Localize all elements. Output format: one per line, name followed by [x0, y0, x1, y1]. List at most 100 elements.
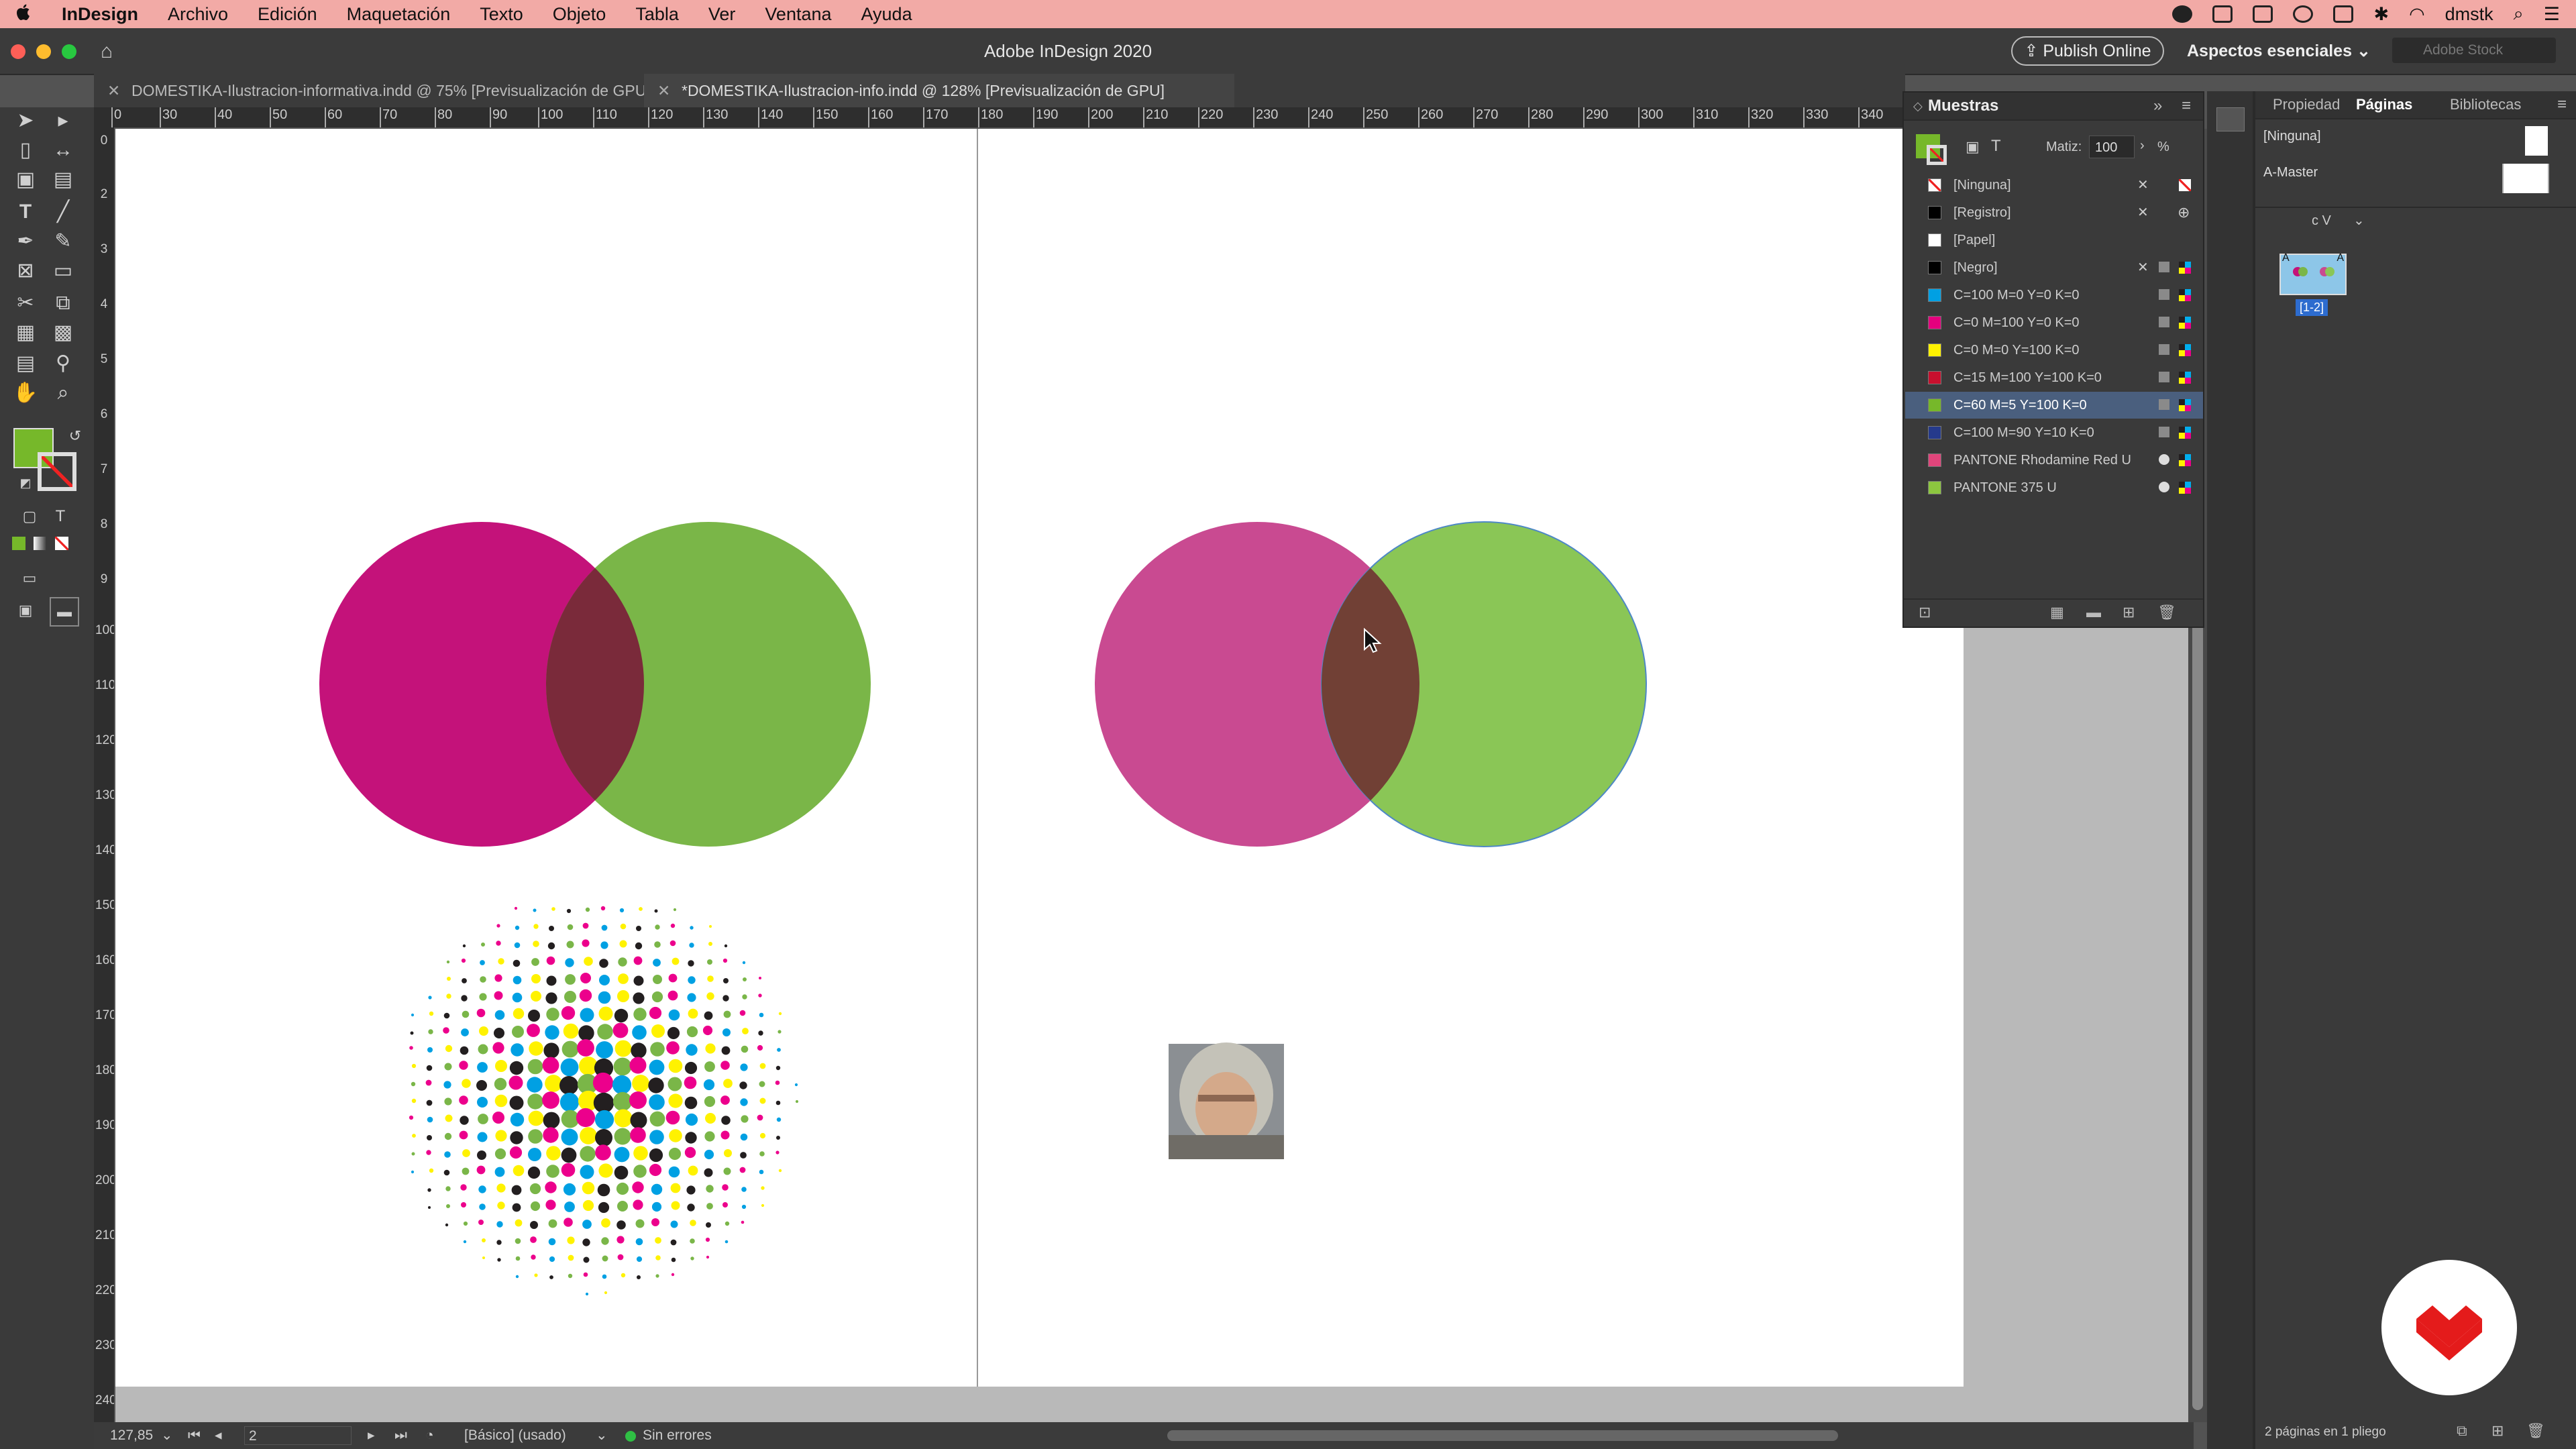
selection-tool-icon[interactable]: ➤ [12, 107, 39, 134]
airplay-icon[interactable] [2333, 5, 2354, 23]
close-tab-icon[interactable]: ✕ [657, 74, 670, 107]
collapse-icon[interactable]: ◇ [1913, 93, 1923, 119]
spread-thumbnail[interactable]: A A [2279, 252, 2347, 295]
master-a[interactable]: A-Master [2263, 165, 2318, 180]
style-status[interactable]: [Básico] (usado) [464, 1422, 566, 1449]
rectangle-frame-tool-icon[interactable]: ⊠ [12, 258, 39, 284]
cc-library-icon[interactable]: ▦ [2050, 604, 2064, 621]
prev-page-icon[interactable]: ◂ [215, 1422, 222, 1449]
free-transform-tool-icon[interactable]: ⧉ [50, 290, 76, 317]
menu-maquetacion[interactable]: Maquetación [332, 4, 466, 25]
stroke-indicator[interactable] [1927, 145, 1947, 165]
edit-page-size-icon[interactable]: ⧉ [2457, 1422, 2467, 1440]
menu-tabla[interactable]: Tabla [621, 4, 694, 25]
publish-online-button[interactable]: ⇪ Publish Online [2011, 36, 2164, 66]
menu-app-name[interactable]: InDesign [47, 4, 153, 25]
tab-bibliotecas[interactable]: Bibliotecas [2450, 91, 2521, 118]
text-format-icon[interactable]: T [1991, 137, 2001, 156]
gradient-feather-tool-icon[interactable]: ▩ [50, 319, 76, 346]
scissors-tool-icon[interactable]: ✂ [12, 290, 39, 317]
swatch-item[interactable]: C=15 M=100 Y=100 K=0 [1905, 364, 2203, 391]
tab-document-2[interactable]: ✕ *DOMESTIKA-Ilustracion-info.indd @ 128… [644, 74, 1234, 107]
style-dropdown-icon[interactable]: ⌄ [596, 1422, 608, 1449]
menu-ver[interactable]: Ver [694, 4, 751, 25]
menu-archivo[interactable]: Archivo [153, 4, 243, 25]
master-none[interactable]: [Ninguna] [2263, 129, 2321, 144]
swatch-item[interactable]: C=100 M=0 Y=0 K=0 [1905, 282, 2203, 309]
zoom-field[interactable]: 127,85 [110, 1422, 153, 1449]
tab-paginas[interactable]: Páginas [2356, 91, 2412, 118]
swatch-item[interactable]: C=0 M=0 Y=100 K=0 [1905, 337, 2203, 364]
collapse-panel-icon[interactable]: » [2153, 93, 2162, 119]
note-tool-icon[interactable]: ▤ [12, 350, 39, 377]
swatch-item[interactable]: [Papel] [1905, 227, 2203, 254]
search-icon[interactable]: ⌕ [2514, 3, 2524, 25]
last-page-icon[interactable]: ⏭ [394, 1422, 407, 1449]
control-center-icon[interactable]: ☰ [2544, 4, 2560, 25]
new-group-icon[interactable]: ▬ [2086, 604, 2101, 621]
content-collector-icon[interactable]: ▣ [12, 166, 39, 193]
default-fill-stroke-icon[interactable]: ◩ [12, 470, 39, 496]
scroll-thumb[interactable] [2192, 598, 2203, 1410]
close-tab-icon[interactable]: ✕ [107, 74, 120, 107]
tab-propiedades[interactable]: Propiedad [2273, 91, 2340, 118]
document-spread[interactable] [115, 129, 1964, 1387]
adobe-stock-search-input[interactable]: Adobe Stock [2392, 38, 2556, 63]
direct-selection-tool-icon[interactable]: ▸ [50, 107, 76, 134]
window-icon[interactable] [2253, 5, 2273, 23]
page-number-input[interactable]: 2 [244, 1426, 352, 1445]
zoom-tool-icon[interactable]: ⌕ [50, 380, 76, 407]
normal-mode-icon[interactable]: ▬ [50, 597, 79, 627]
swap-fill-stroke-icon[interactable]: ↺ [62, 423, 89, 449]
type-tool-icon[interactable]: T [12, 199, 39, 225]
open-document-icon[interactable]: ◔ [425, 1422, 434, 1449]
formatting-container-icon[interactable]: ▢ [16, 503, 43, 530]
gap-tool-icon[interactable]: ↔ [50, 137, 76, 164]
apply-gradient-icon[interactable] [34, 537, 47, 550]
master-none-thumb[interactable] [2525, 126, 2548, 156]
master-a-thumb[interactable] [2502, 164, 2549, 193]
content-placer-icon[interactable]: ▤ [50, 166, 76, 193]
panel-menu-icon[interactable]: ≡ [2557, 91, 2567, 118]
bluetooth-icon[interactable]: ✱ [2373, 4, 2389, 25]
creative-cloud-icon[interactable] [2172, 5, 2193, 23]
preview-mode-icon[interactable]: ▣ [12, 597, 39, 624]
app-status-icon[interactable] [2212, 5, 2233, 23]
wifi-icon[interactable]: ◠ [2409, 4, 2425, 25]
panel-menu-icon[interactable]: ≡ [2182, 93, 2191, 119]
rectangle-tool-icon[interactable]: ▭ [50, 258, 76, 284]
preflight-status[interactable]: Sin errores [643, 1422, 712, 1449]
chevron-down-icon[interactable]: ⌄ [2353, 212, 2365, 229]
spread-label[interactable]: [1-2] [2296, 299, 2328, 316]
menu-objeto[interactable]: Objeto [538, 4, 621, 25]
tint-arrow-icon[interactable]: › [2140, 138, 2145, 154]
user-name[interactable]: dmstk [2445, 4, 2493, 25]
swatch-item[interactable]: PANTONE Rhodamine Red U [1905, 447, 2203, 474]
zoom-dropdown-icon[interactable]: ⌄ [161, 1422, 173, 1449]
container-format-icon[interactable]: ▣ [1966, 138, 1980, 156]
line-tool-icon[interactable]: ╱ [50, 199, 76, 225]
swatch-item[interactable]: PANTONE 375 U [1905, 474, 2203, 501]
new-page-icon[interactable]: ⊞ [2491, 1422, 2504, 1440]
apply-color-icon[interactable] [12, 537, 25, 550]
first-page-icon[interactable]: ⏮ [188, 1422, 201, 1449]
tint-input[interactable]: 100 [2089, 136, 2135, 158]
delete-page-icon[interactable]: 🗑 [2526, 1422, 2545, 1440]
sync-icon[interactable] [2293, 5, 2314, 23]
tab-document-1[interactable]: ✕ DOMESTIKA-Ilustracion-informativa.indd… [94, 74, 651, 107]
horizontal-scroll-thumb[interactable] [1167, 1430, 1838, 1441]
delete-swatch-icon[interactable]: 🗑 [2157, 604, 2176, 621]
menu-edicion[interactable]: Edición [243, 4, 332, 25]
menu-ventana[interactable]: Ventana [750, 4, 846, 25]
menu-texto[interactable]: Texto [465, 4, 538, 25]
swatch-item[interactable]: [Ninguna] ✕ [1905, 172, 2203, 199]
apple-icon[interactable] [0, 2, 47, 27]
swatch-item[interactable]: C=60 M=5 Y=100 K=0 [1905, 392, 2203, 419]
pen-tool-icon[interactable]: ✒ [12, 228, 39, 255]
swatches-header[interactable]: ◇ Muestras » ≡ [1904, 93, 2203, 121]
workspace-selector[interactable]: Aspectos esenciales ⌄ [2187, 28, 2371, 74]
swatch-item[interactable]: [Registro] ✕ ⊕ [1905, 199, 2203, 226]
swatch-item[interactable]: C=0 M=100 Y=0 K=0 [1905, 309, 2203, 336]
swatches-dock-icon[interactable] [2216, 107, 2245, 131]
apply-none-icon[interactable] [55, 537, 68, 550]
